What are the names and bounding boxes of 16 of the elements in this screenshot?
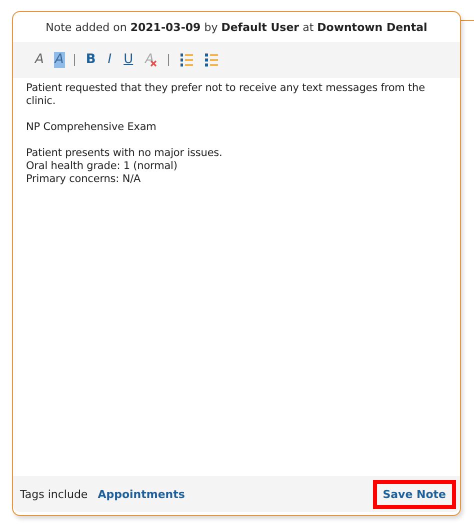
bullet-list-icon[interactable] — [205, 53, 218, 67]
save-note-button[interactable]: Save Note — [372, 480, 456, 508]
bold-button[interactable]: B — [84, 52, 98, 68]
tags-label: Tags include — [20, 488, 88, 500]
note-header: Note added on 2021-03-09 by Default User at Downtown Dental — [44, 20, 428, 36]
italic-button[interactable]: I — [106, 52, 114, 68]
note-text: Patient requested that they prefer not to receive any text messages from the clinic. — [26, 82, 426, 108]
note-text: Oral health grade: 1 (normal) — [26, 160, 178, 173]
note-text: NP Comprehensive Exam — [26, 121, 158, 134]
note-editor[interactable]: Patient requested that they prefer not to receive any text messages from the clinic. NP Comprehensive Exam Patient presents with no major issues. Oral health grade: 1 (normal) Primary concerns: N/A — [13, 78, 460, 476]
font-color-button[interactable]: A — [33, 52, 46, 68]
tag-link[interactable]: Appointments — [98, 488, 185, 500]
underline-button[interactable]: U — [122, 52, 136, 68]
note-text: Patient presents with no major issues. — [26, 147, 224, 160]
note-text: Primary concerns: N/A — [26, 173, 142, 186]
numbered-list-icon[interactable] — [180, 53, 193, 67]
